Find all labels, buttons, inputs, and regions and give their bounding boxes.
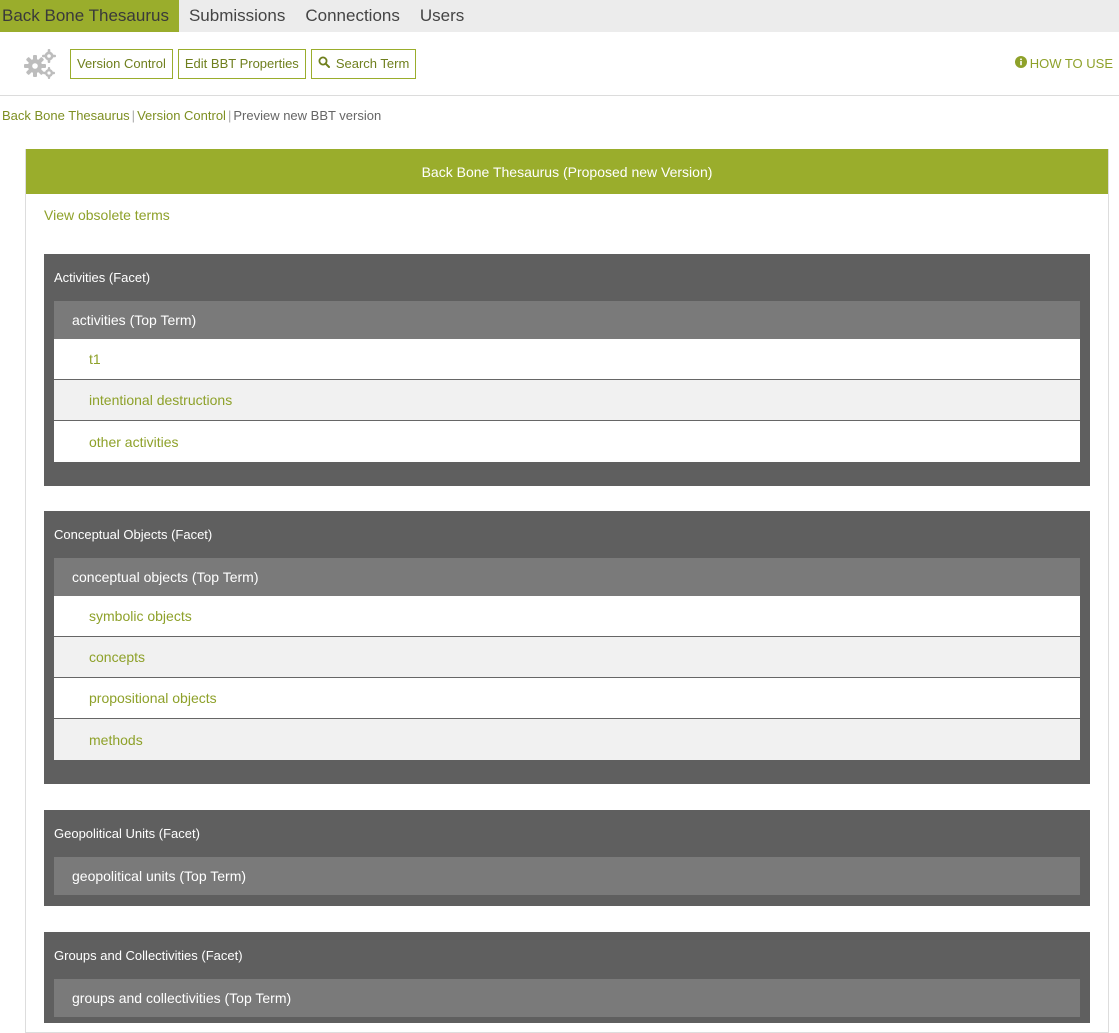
- facet-activities: Activities (Facet) activities (Top Term)…: [44, 254, 1090, 486]
- top-term[interactable]: activities (Top Term): [54, 301, 1080, 339]
- search-term-button[interactable]: Search Term: [310, 48, 417, 79]
- edit-bbt-properties-button[interactable]: Edit BBT Properties: [177, 48, 306, 79]
- facet-title: Groups and Collectivities (Facet): [54, 948, 243, 963]
- term-list: t1 intentional destructions other activi…: [54, 339, 1080, 462]
- term-item[interactable]: intentional destructions: [54, 380, 1080, 421]
- term-item[interactable]: symbolic objects: [54, 596, 1080, 637]
- top-term[interactable]: geopolitical units (Top Term): [54, 857, 1080, 895]
- toolbar: Version Control Edit BBT Properties Sear…: [0, 32, 1119, 96]
- info-circle-icon: [1014, 56, 1027, 71]
- breadcrumb-separator: |: [131, 108, 136, 123]
- breadcrumb-home[interactable]: Back Bone Thesaurus: [2, 108, 130, 123]
- search-term-label: Search Term: [335, 56, 410, 71]
- breadcrumb-version-control[interactable]: Version Control: [137, 108, 226, 123]
- how-to-use-label: HOW TO USE: [1029, 56, 1113, 71]
- facet-title: Activities (Facet): [54, 270, 151, 285]
- facet-groups-and-collectivities: Groups and Collectivities (Facet) groups…: [44, 932, 1090, 1023]
- term-item[interactable]: propositional objects: [54, 678, 1080, 719]
- tab-connections[interactable]: Connections: [295, 0, 410, 32]
- top-term[interactable]: conceptual objects (Top Term): [54, 558, 1080, 596]
- gears-icon-graphic: [24, 48, 56, 79]
- breadcrumb: Back Bone Thesaurus | Version Control | Prev…: [0, 106, 1119, 126]
- search-icon: [318, 56, 330, 71]
- how-to-use-link[interactable]: HOW TO USE: [1014, 56, 1113, 71]
- gears-icon[interactable]: [22, 46, 58, 82]
- top-navigation: Back Bone Thesaurus Submissions Connecti…: [0, 0, 1119, 32]
- term-item[interactable]: concepts: [54, 637, 1080, 678]
- tab-submissions[interactable]: Submissions: [179, 0, 295, 32]
- facet-conceptual-objects: Conceptual Objects (Facet) conceptual ob…: [44, 511, 1090, 784]
- tab-back-bone-thesaurus[interactable]: Back Bone Thesaurus: [0, 0, 179, 32]
- term-item[interactable]: other activities: [54, 421, 1080, 462]
- view-obsolete-terms-link[interactable]: View obsolete terms: [44, 207, 170, 227]
- thesaurus-panel: Back Bone Thesaurus (Proposed new Versio…: [25, 149, 1109, 1033]
- top-term[interactable]: groups and collectivities (Top Term): [54, 979, 1080, 1017]
- panel-title: Back Bone Thesaurus (Proposed new Versio…: [26, 149, 1108, 194]
- term-list: symbolic objects concepts propositional …: [54, 596, 1080, 760]
- version-control-button[interactable]: Version Control: [70, 48, 173, 79]
- facet-geopolitical-units: Geopolitical Units (Facet) geopolitical …: [44, 810, 1090, 906]
- term-item[interactable]: t1: [54, 339, 1080, 380]
- breadcrumb-current: Preview new BBT version: [233, 108, 382, 123]
- term-item[interactable]: methods: [54, 719, 1080, 760]
- facet-title: Conceptual Objects (Facet): [54, 527, 213, 542]
- tab-users[interactable]: Users: [410, 0, 474, 32]
- facet-title: Geopolitical Units (Facet): [54, 826, 200, 841]
